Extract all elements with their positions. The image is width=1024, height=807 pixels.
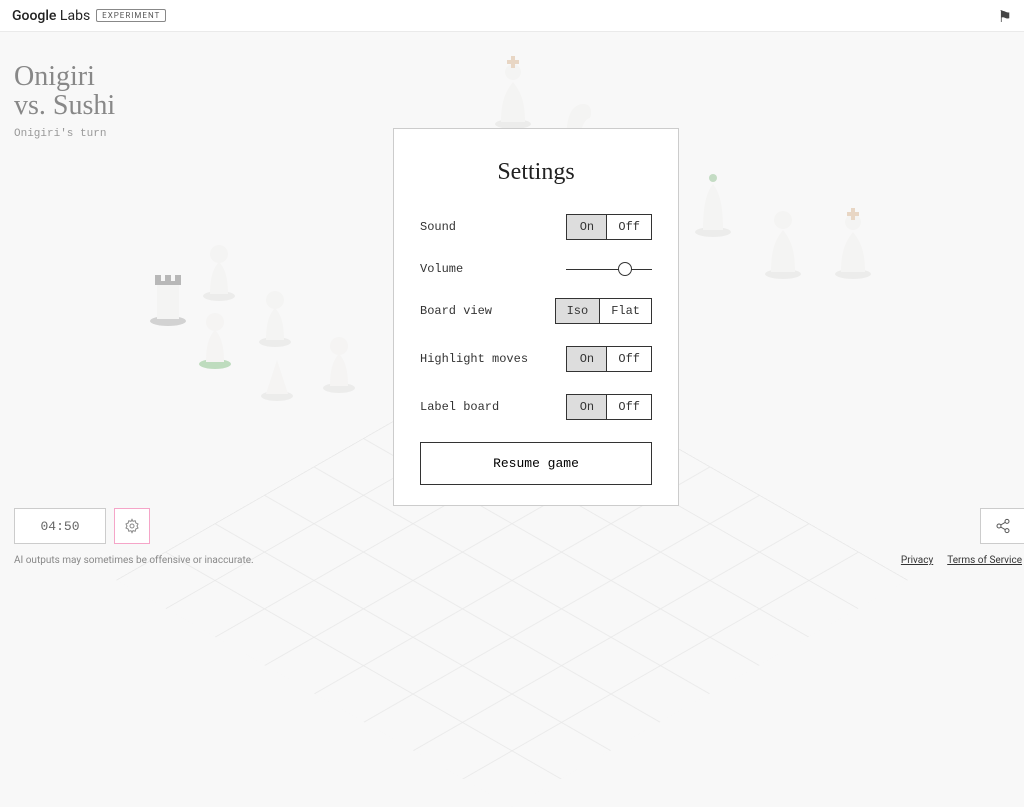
highlight-on-option[interactable]: On [567,347,607,371]
boardview-iso-option[interactable]: Iso [556,299,601,323]
flag-icon[interactable]: ⚑ [998,7,1012,26]
terms-link[interactable]: Terms of Service [947,555,1022,566]
volume-slider[interactable] [566,263,652,275]
chess-piece-pawn-3 [192,290,238,370]
player1-name: Onigiri [14,62,115,91]
brand-prefix: Google [12,8,56,24]
sound-off-option[interactable]: Off [607,215,651,239]
setting-sound-row: Sound On Off [420,214,652,240]
sound-label: Sound [420,220,456,234]
turn-label: Onigiri's turn [14,128,106,140]
labelboard-off-option[interactable]: Off [607,395,651,419]
settings-button[interactable] [114,508,150,544]
highlight-label: Highlight moves [420,352,528,366]
timer: 04:50 [14,508,106,544]
setting-volume-row: Volume [420,262,652,276]
logo: Google Labs EXPERIMENT [12,8,166,24]
disclaimer-text: AI outputs may sometimes be offensive or… [14,555,254,566]
chess-piece-pawn-4 [254,322,300,402]
chess-piece-king-2 [830,200,876,280]
chess-piece-king [490,50,536,130]
chess-piece-pawn-5 [316,314,362,394]
chess-piece-rook [145,247,191,327]
boardview-toggle: Iso Flat [555,298,652,324]
volume-label: Volume [420,262,463,276]
boardview-label: Board view [420,304,492,318]
settings-modal: Settings Sound On Off Volume Board view … [393,128,679,506]
brand-suffix: Labs [60,8,90,24]
header: Google Labs EXPERIMENT ⚑ [0,0,1024,32]
experiment-badge: EXPERIMENT [96,9,166,22]
sound-toggle: On Off [566,214,652,240]
share-icon [995,518,1011,534]
sound-on-option[interactable]: On [567,215,607,239]
chess-piece-bishop [690,158,736,238]
highlight-toggle: On Off [566,346,652,372]
privacy-link[interactable]: Privacy [901,555,933,566]
chess-piece-queen [760,200,806,280]
volume-thumb[interactable] [618,262,632,276]
gear-icon [124,518,140,534]
labelboard-on-option[interactable]: On [567,395,607,419]
vs-label: vs. [14,90,46,121]
boardview-flat-option[interactable]: Flat [600,299,651,323]
settings-title: Settings [420,159,652,186]
setting-boardview-row: Board view Iso Flat [420,298,652,324]
labelboard-label: Label board [420,400,499,414]
highlight-off-option[interactable]: Off [607,347,651,371]
setting-labelboard-row: Label board On Off [420,394,652,420]
share-button[interactable] [980,508,1024,544]
resume-button[interactable]: Resume game [420,442,652,485]
setting-highlight-row: Highlight moves On Off [420,346,652,372]
legal-links: Privacy Terms of Service [901,555,1024,566]
player2-name: Sushi [53,90,115,121]
labelboard-toggle: On Off [566,394,652,420]
game-title: Onigiri vs. Sushi [14,62,115,121]
